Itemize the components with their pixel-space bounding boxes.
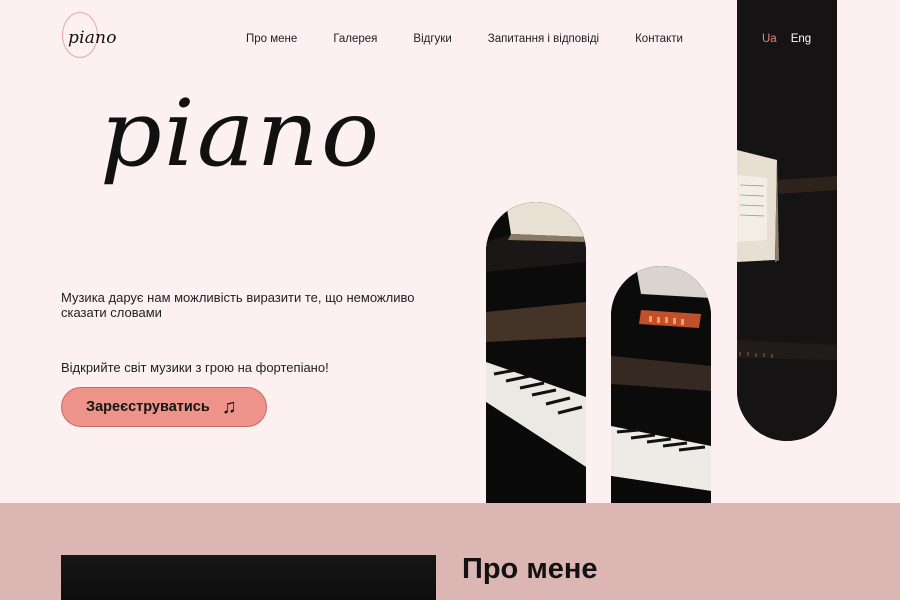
main-nav: Про мене Галерея Відгуки Запитання і від… xyxy=(246,33,683,45)
piano-photo-pillar-middle xyxy=(611,266,711,503)
hero-discover-text: Відкрийте світ музики з грою на фортепіа… xyxy=(61,360,329,375)
register-button[interactable]: Зареєструватись ♫ xyxy=(61,387,267,427)
piano-photo-pillar-left xyxy=(486,202,586,503)
nav-item-about[interactable]: Про мене xyxy=(246,33,297,45)
nav-item-reviews[interactable]: Відгуки xyxy=(413,33,451,45)
hero-tagline: Музика дарує нам можливість виразити те,… xyxy=(61,290,415,320)
nav-item-gallery[interactable]: Галерея xyxy=(333,33,377,45)
about-photo xyxy=(61,555,436,600)
hero-title: piano xyxy=(100,80,382,187)
register-button-label: Зареєструватись xyxy=(86,399,210,415)
logo[interactable]: piano xyxy=(60,12,116,60)
music-note-icon: ♫ xyxy=(221,396,237,418)
about-title: Про мене xyxy=(462,553,598,585)
piano-photo-pillar-right xyxy=(737,0,837,441)
lang-eng-button[interactable]: Eng xyxy=(791,33,811,45)
logo-text: piano xyxy=(68,28,117,48)
nav-item-contacts[interactable]: Контакти xyxy=(635,33,683,45)
nav-item-faq[interactable]: Запитання і відповіді xyxy=(488,33,599,45)
lang-ua-button[interactable]: Ua xyxy=(762,33,777,45)
language-switcher: Ua Eng xyxy=(762,33,811,45)
